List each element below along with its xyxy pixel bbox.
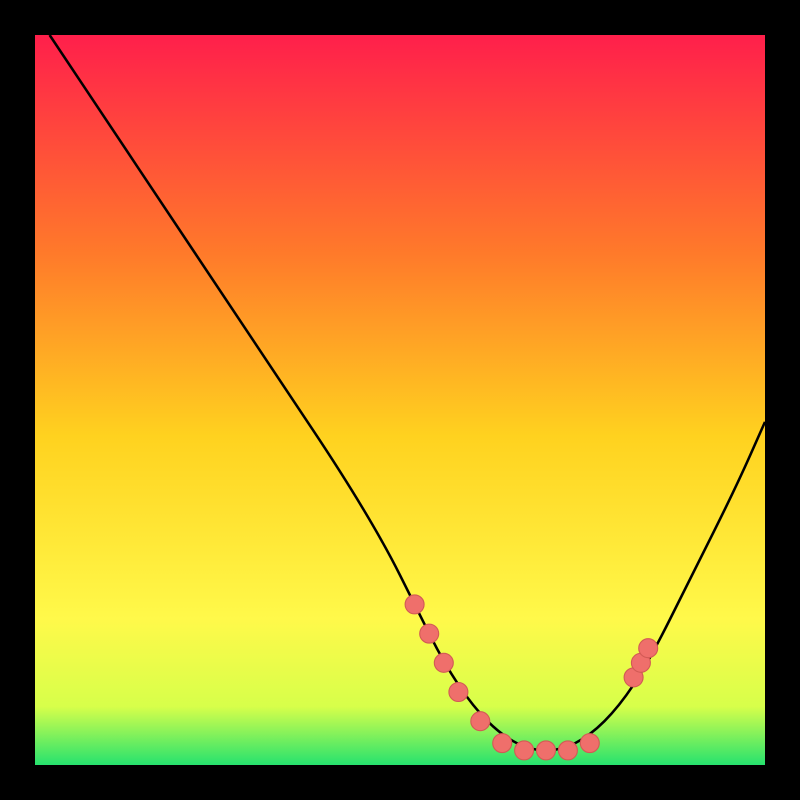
marker-dot — [580, 734, 599, 753]
marker-dot — [537, 741, 556, 760]
plot-frame — [0, 0, 800, 800]
bottleneck-curve — [50, 35, 765, 750]
marker-dot — [434, 653, 453, 672]
curve-layer — [35, 35, 765, 765]
marker-dot — [420, 624, 439, 643]
marker-dot — [449, 683, 468, 702]
marker-dot — [405, 595, 424, 614]
marker-dot — [493, 734, 512, 753]
chart-stage: TheBottleneck.com — [0, 0, 800, 800]
gradient-panel — [35, 35, 765, 765]
marker-dot — [515, 741, 534, 760]
marker-dot — [639, 639, 658, 658]
marker-dot — [558, 741, 577, 760]
marker-dot — [471, 712, 490, 731]
marker-dots — [405, 595, 658, 760]
